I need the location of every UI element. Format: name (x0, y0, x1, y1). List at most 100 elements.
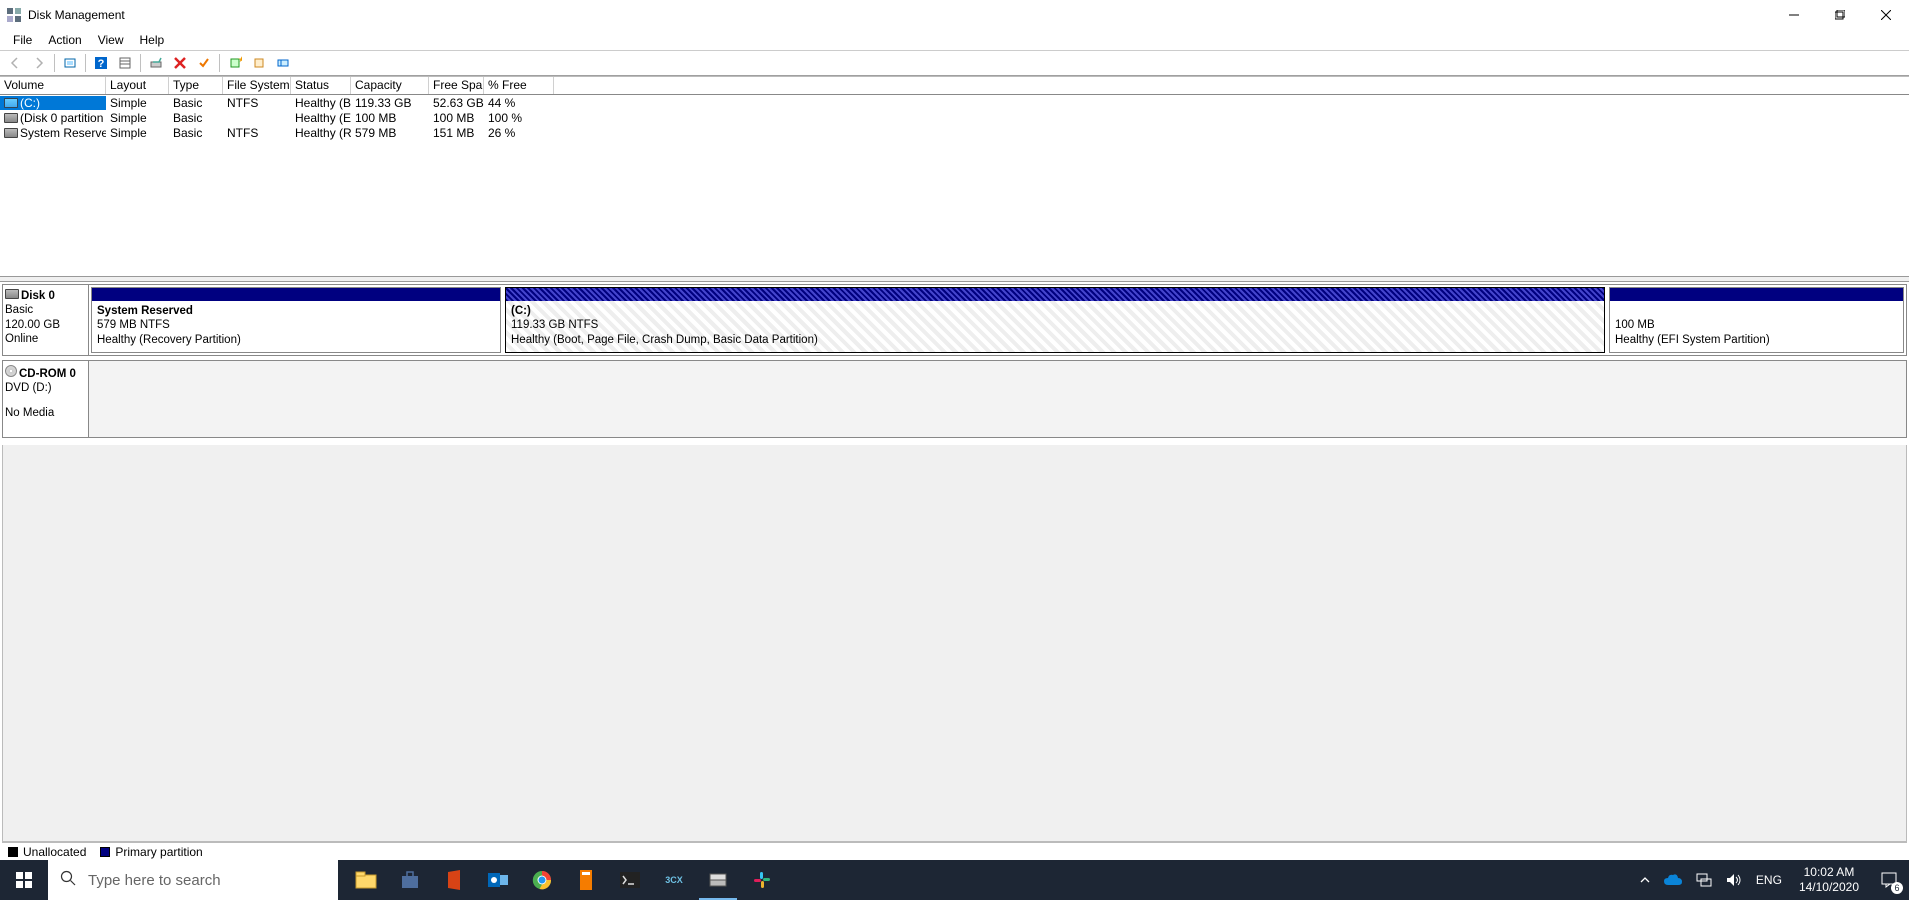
col-file-system[interactable]: File System (223, 77, 291, 94)
disk-info[interactable]: Disk 0 Basic 120.00 GB Online (3, 285, 89, 355)
col-percent-free[interactable]: % Free (484, 77, 554, 94)
clock[interactable]: 10:02 AM 14/10/2020 (1789, 865, 1869, 895)
cell-pct: 100 % (484, 111, 554, 125)
properties-button[interactable] (193, 52, 215, 74)
volume-icon[interactable] (1719, 860, 1749, 900)
volume-list-body[interactable]: (C:) Simple Basic NTFS Healthy (B... 119… (0, 95, 1909, 276)
cell-layout: Simple (106, 111, 169, 125)
volume-row[interactable]: (C:) Simple Basic NTFS Healthy (B... 119… (0, 95, 1909, 110)
partition-status: Healthy (Recovery Partition) (97, 333, 495, 347)
disk-info[interactable]: CD-ROM 0 DVD (D:) No Media (3, 361, 89, 437)
network-icon[interactable] (1689, 860, 1719, 900)
taskbar-apps: 3CX (344, 860, 784, 900)
volume-list[interactable]: Volume Layout Type File System Status Ca… (0, 76, 1909, 276)
cell-capacity: 100 MB (351, 111, 429, 125)
onedrive-icon[interactable] (1657, 860, 1689, 900)
action1-button[interactable]: ★ (224, 52, 246, 74)
action3-button[interactable] (272, 52, 294, 74)
file-explorer-icon[interactable] (344, 860, 388, 900)
app-icon-3cx[interactable]: 3CX (652, 860, 696, 900)
settings-button[interactable] (114, 52, 136, 74)
disk-icon (5, 289, 19, 299)
action2-button[interactable] (248, 52, 270, 74)
slack-icon[interactable] (740, 860, 784, 900)
chrome-icon[interactable] (520, 860, 564, 900)
menu-action[interactable]: Action (41, 31, 88, 49)
volume-row[interactable]: (Disk 0 partition 3) Simple Basic Health… (0, 110, 1909, 125)
cell-capacity: 579 MB (351, 126, 429, 140)
menu-help[interactable]: Help (133, 31, 172, 49)
partition[interactable]: 100 MB Healthy (EFI System Partition) (1609, 287, 1904, 353)
volume-row[interactable]: System Reserved Simple Basic NTFS Health… (0, 125, 1909, 140)
partition-body: (C:) 119.33 GB NTFS Healthy (Boot, Page … (506, 301, 1604, 352)
clock-time: 10:02 AM (1799, 865, 1859, 880)
disk-status: Online (5, 332, 84, 346)
partition-selected[interactable]: (C:) 119.33 GB NTFS Healthy (Boot, Page … (505, 287, 1605, 353)
disk-type: Basic (5, 303, 84, 317)
search-box[interactable]: Type here to search (48, 860, 338, 900)
app-icon-orange[interactable] (564, 860, 608, 900)
office-icon[interactable] (432, 860, 476, 900)
menu-file[interactable]: File (6, 31, 39, 49)
disk-block[interactable]: Disk 0 Basic 120.00 GB Online System Res… (2, 284, 1907, 356)
partition[interactable]: System Reserved 579 MB NTFS Healthy (Rec… (91, 287, 501, 353)
language-indicator[interactable]: ENG (1749, 860, 1789, 900)
rescan-button[interactable] (145, 52, 167, 74)
cell-type: Basic (169, 111, 223, 125)
cell-layout: Simple (106, 126, 169, 140)
disk-type: DVD (D:) (5, 381, 84, 395)
legend: Unallocated Primary partition (2, 842, 1907, 860)
back-button[interactable] (4, 52, 26, 74)
partition-header (1610, 288, 1903, 301)
partition-status: Healthy (Boot, Page File, Crash Dump, Ba… (511, 333, 1599, 347)
cell-free: 151 MB (429, 126, 484, 140)
clock-date: 14/10/2020 (1799, 880, 1859, 895)
app-icon (6, 7, 22, 23)
partition-title: (C:) (511, 305, 531, 317)
help-button[interactable]: ? (90, 52, 112, 74)
col-type[interactable]: Type (169, 77, 223, 94)
partition-size: 100 MB (1615, 318, 1898, 332)
tray-chevron-icon[interactable] (1633, 860, 1657, 900)
outlook-icon[interactable] (476, 860, 520, 900)
maximize-button[interactable] (1817, 0, 1863, 30)
cell-status: Healthy (R... (291, 126, 351, 140)
col-free-space[interactable]: Free Spa... (429, 77, 484, 94)
col-status[interactable]: Status (291, 77, 351, 94)
disk-graphical-panel[interactable]: Disk 0 Basic 120.00 GB Online System Res… (0, 282, 1909, 444)
col-volume[interactable]: Volume (0, 77, 106, 94)
disk-block[interactable]: CD-ROM 0 DVD (D:) No Media (2, 360, 1907, 438)
cell-type: Basic (169, 96, 223, 110)
delete-button[interactable] (169, 52, 191, 74)
minimize-button[interactable] (1771, 0, 1817, 30)
cell-status: Healthy (B... (291, 96, 351, 110)
search-placeholder: Type here to search (88, 872, 221, 889)
terminal-icon[interactable] (608, 860, 652, 900)
cdrom-icon (5, 365, 17, 377)
col-layout[interactable]: Layout (106, 77, 169, 94)
cell-layout: Simple (106, 96, 169, 110)
legend-label: Unallocated (23, 845, 86, 859)
disk-name: Disk 0 (21, 290, 55, 302)
partition-icon (4, 128, 18, 138)
notification-badge: 6 (1891, 882, 1903, 894)
start-button[interactable] (0, 860, 48, 900)
disk-management-taskbar-icon[interactable] (696, 860, 740, 900)
toolbar-separator (219, 54, 220, 72)
col-spacer (554, 77, 1909, 94)
close-button[interactable] (1863, 0, 1909, 30)
svg-text:★: ★ (238, 56, 242, 64)
col-capacity[interactable]: Capacity (351, 77, 429, 94)
volume-name: System Reserved (20, 126, 106, 140)
disk-icon (4, 98, 18, 108)
toolbar-separator (54, 54, 55, 72)
disk-name: CD-ROM 0 (19, 368, 76, 380)
forward-button[interactable] (28, 52, 50, 74)
titlebar: Disk Management (0, 0, 1909, 30)
refresh-button[interactable] (59, 52, 81, 74)
notifications-button[interactable]: 6 (1869, 860, 1909, 900)
menu-view[interactable]: View (91, 31, 131, 49)
store-icon[interactable] (388, 860, 432, 900)
partition-empty[interactable] (89, 361, 1906, 437)
cell-status: Healthy (E... (291, 111, 351, 125)
